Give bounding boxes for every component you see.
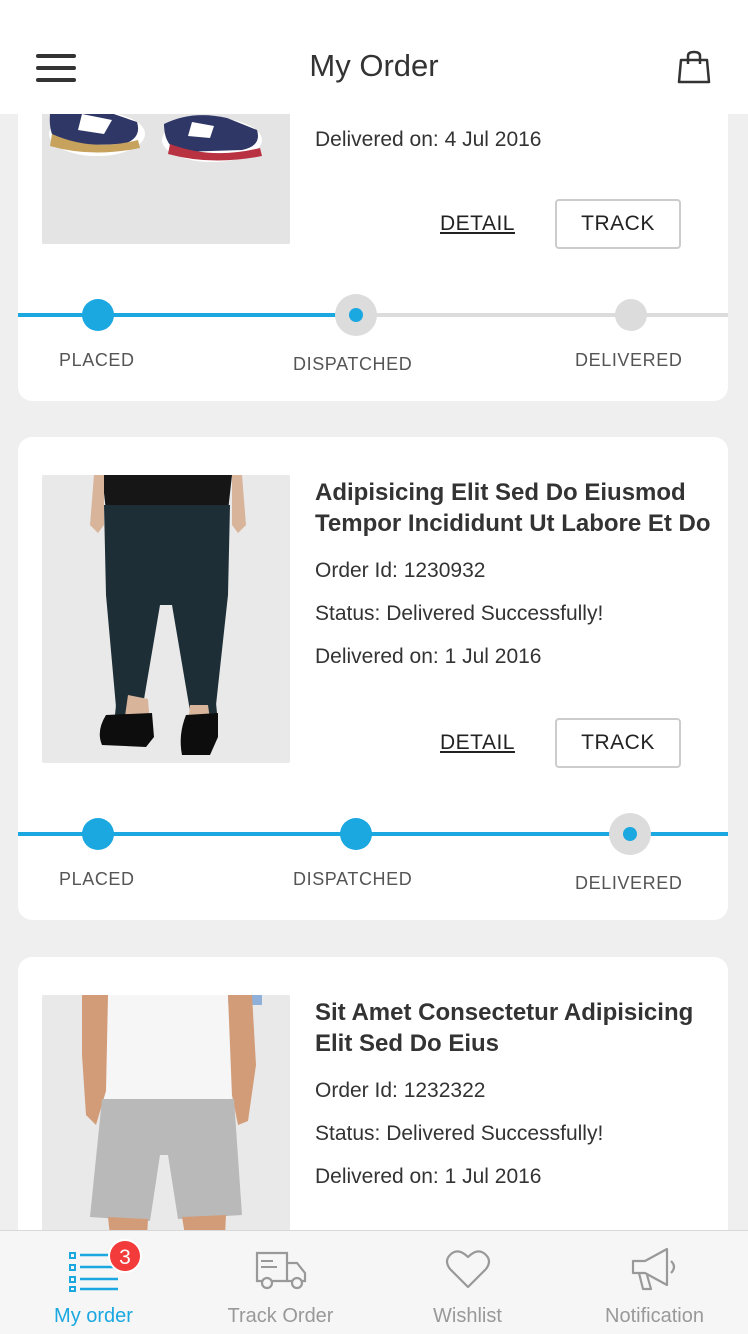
step-dispatched-current: [335, 294, 377, 336]
order-id: Order Id: 1230932: [315, 559, 486, 582]
megaphone-icon: [627, 1245, 683, 1293]
step-placed-dot: [82, 818, 114, 850]
step-label-placed: PLACED: [59, 869, 135, 889]
tab-label: Wishlist: [433, 1305, 502, 1327]
shopping-bag-icon[interactable]: [676, 50, 712, 86]
orders-list[interactable]: Delivered on: 4 Jul 2016 DETAIL TRACK PL…: [0, 0, 748, 1230]
tab-my-order[interactable]: 3 My order: [0, 1231, 187, 1334]
product-image-sneakers[interactable]: [42, 94, 290, 244]
order-progress: PLACED DISPATCHED DELIVERED: [18, 294, 728, 375]
progress-bar-pending: [356, 313, 728, 317]
tab-label: Track Order: [227, 1305, 334, 1327]
step-placed-dot: [82, 299, 114, 331]
step-label-delivered: DELIVERED: [575, 350, 683, 370]
step-label-dispatched: DISPATCHED: [293, 354, 413, 374]
truck-icon: [253, 1245, 309, 1293]
product-image-shorts[interactable]: [42, 995, 290, 1230]
step-label-delivered: DELIVERED: [575, 873, 683, 893]
step-delivered-dot: [615, 299, 647, 331]
detail-button[interactable]: DETAIL: [440, 212, 515, 236]
step-label-dispatched: DISPATCHED: [293, 869, 413, 889]
order-card: Sit Amet Consectetur Adipisicing Elit Se…: [18, 957, 728, 1230]
order-progress: PLACED DISPATCHED DELIVERED: [18, 813, 728, 894]
progress-bar-done: [18, 313, 356, 317]
page-title: My Order: [309, 48, 439, 83]
step-delivered-current: [609, 813, 651, 855]
product-name: Adipisicing Elit Sed Do Eiusmod Tempor I…: [315, 479, 711, 537]
order-status: Status: Delivered Successfully!: [315, 602, 604, 625]
order-count-badge: 3: [108, 1239, 142, 1273]
detail-button[interactable]: DETAIL: [440, 731, 515, 755]
delivered-date: Delivered on: 1 Jul 2016: [315, 645, 542, 668]
tab-notification[interactable]: Notification: [561, 1231, 748, 1334]
track-button[interactable]: TRACK: [555, 199, 681, 249]
bottom-tab-bar: 3 My order Track Order Wishlist Notifica…: [0, 1230, 748, 1334]
top-nav-bar: My Order: [0, 0, 748, 114]
tab-track-order[interactable]: Track Order: [187, 1231, 374, 1334]
tab-label: My order: [54, 1305, 133, 1327]
track-button[interactable]: TRACK: [555, 718, 681, 768]
order-status: Status: Delivered Successfully!: [315, 1122, 604, 1145]
product-name: Sit Amet Consectetur Adipisicing Elit Se…: [315, 999, 694, 1057]
step-dispatched-dot: [340, 818, 372, 850]
tab-label: Notification: [605, 1305, 704, 1327]
product-image-jeans[interactable]: [42, 475, 290, 763]
step-label-placed: PLACED: [59, 350, 135, 370]
order-id: Order Id: 1232322: [315, 1079, 486, 1102]
tab-wishlist[interactable]: Wishlist: [374, 1231, 561, 1334]
delivered-date: Delivered on: 4 Jul 2016: [315, 128, 542, 151]
heart-icon: [440, 1245, 496, 1293]
delivered-date: Delivered on: 1 Jul 2016: [315, 1165, 542, 1188]
order-card: Adipisicing Elit Sed Do Eiusmod Tempor I…: [18, 437, 728, 920]
